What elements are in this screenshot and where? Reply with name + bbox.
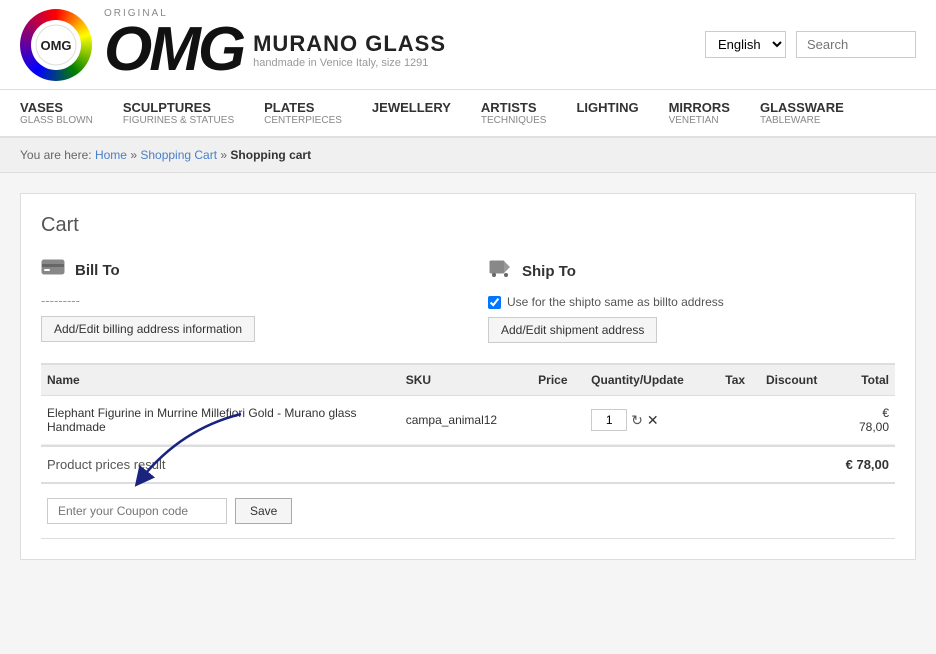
nav-item-sculptures[interactable]: SCULPTURES FIGURINES & STATUES [123, 90, 234, 136]
col-tax: Tax [719, 364, 760, 396]
total-row: Product prices result € 78,00 [41, 446, 895, 483]
col-discount: Discount [760, 364, 841, 396]
brand-name-wrap: ORIGINAL OMG MURANO GLASS handmade in Ve… [104, 8, 446, 81]
col-sku: SKU [400, 364, 532, 396]
table-row: Elephant Figurine in Murrine Millefiori … [41, 396, 895, 445]
product-tax [719, 396, 760, 445]
product-total: € 78,00 [841, 396, 895, 445]
ship-same-as-bill-row: Use for the shipto same as billto addres… [488, 295, 895, 309]
coupon-row: Save [41, 484, 895, 538]
cart-table: Name SKU Price Quantity/Update Tax Disco… [41, 363, 895, 445]
nav-item-artists[interactable]: ARTISTS TECHNIQUES [481, 90, 547, 136]
ship-to-header: Ship To [488, 257, 895, 285]
bill-to-dash: --------- [41, 293, 448, 308]
product-quantity-cell: ↻ ✕ [585, 396, 719, 445]
breadcrumb-prefix: You are here: [20, 148, 92, 162]
product-sku: campa_animal12 [400, 396, 532, 445]
nav-item-vases[interactable]: VASES GLASS BLOWN [20, 90, 93, 136]
product-price [532, 396, 585, 445]
main-content: Cart Bill To --------- Add/Edit billin [0, 173, 936, 580]
cart-box: Cart Bill To --------- Add/Edit billin [20, 193, 916, 560]
bill-to-col: Bill To --------- Add/Edit billing addre… [41, 257, 448, 343]
header: OMG ORIGINAL OMG MURANO GLASS handmade i… [0, 0, 936, 90]
logo-area: OMG ORIGINAL OMG MURANO GLASS handmade i… [20, 8, 446, 81]
remove-icon[interactable]: ✕ [647, 412, 659, 429]
language-select[interactable]: English Italian [705, 31, 786, 58]
bill-to-icon [41, 257, 65, 283]
breadcrumb-home[interactable]: Home [95, 148, 127, 162]
ship-to-col: Ship To Use for the shipto same as billt… [488, 257, 895, 343]
nav-item-mirrors[interactable]: MIRRORS VENETIAN [669, 90, 730, 136]
breadcrumb: You are here: Home » Shopping Cart » Sho… [0, 138, 936, 173]
ship-same-checkbox[interactable] [488, 296, 501, 309]
logo-omg-text: OMG [104, 19, 243, 81]
nav-item-glassware[interactable]: GLASSWARE TABLEWARE [760, 90, 844, 136]
header-right: English Italian [705, 31, 916, 58]
product-prices-total: € 78,00 [846, 457, 889, 472]
add-billing-address-button[interactable]: Add/Edit billing address information [41, 316, 255, 342]
cart-title: Cart [41, 214, 895, 237]
ship-to-icon [488, 257, 512, 285]
coupon-save-button[interactable]: Save [235, 498, 292, 524]
logo-brand-text: MURANO GLASS [253, 31, 446, 57]
ship-same-label: Use for the shipto same as billto addres… [507, 295, 724, 309]
refresh-icon[interactable]: ↻ [631, 412, 643, 429]
product-discount [760, 396, 841, 445]
bottom-divider [41, 538, 895, 539]
bill-to-header: Bill To [41, 257, 448, 283]
coupon-input[interactable] [47, 498, 227, 524]
quantity-input[interactable] [591, 409, 627, 431]
col-quantity: Quantity/Update [585, 364, 719, 396]
logo-circle-icon: OMG [20, 9, 92, 81]
product-name: Elephant Figurine in Murrine Millefiori … [41, 396, 400, 445]
svg-text:OMG: OMG [40, 38, 71, 53]
product-prices-label: Product prices result [47, 457, 166, 472]
col-name: Name [41, 364, 400, 396]
ship-to-label: Ship To [522, 263, 576, 280]
breadcrumb-current: Shopping cart [230, 148, 311, 162]
nav-item-jewellery[interactable]: JEWELLERY [372, 90, 451, 136]
col-price: Price [532, 364, 585, 396]
breadcrumb-shopping-cart-link[interactable]: Shopping Cart [140, 148, 217, 162]
logo-tagline-text: handmade in Venice Italy, size 1291 [253, 57, 446, 69]
add-shipment-address-button[interactable]: Add/Edit shipment address [488, 317, 657, 343]
main-nav: VASES GLASS BLOWN SCULPTURES FIGURINES &… [0, 90, 936, 138]
search-input[interactable] [796, 31, 916, 58]
address-row: Bill To --------- Add/Edit billing addre… [41, 257, 895, 343]
nav-item-plates[interactable]: PLATES CENTERPIECES [264, 90, 342, 136]
col-total: Total [841, 364, 895, 396]
table-header-row: Name SKU Price Quantity/Update Tax Disco… [41, 364, 895, 396]
bill-to-label: Bill To [75, 262, 120, 279]
nav-item-lighting[interactable]: LIGHTING [576, 90, 638, 136]
